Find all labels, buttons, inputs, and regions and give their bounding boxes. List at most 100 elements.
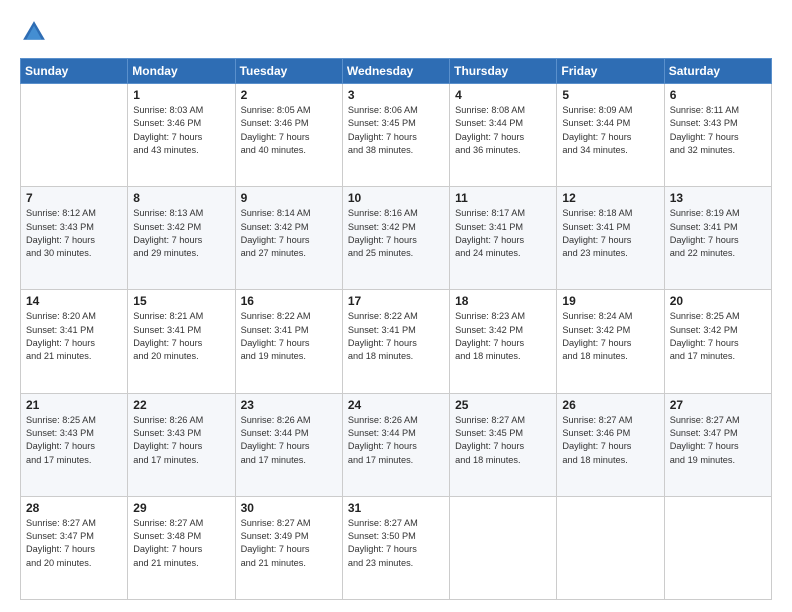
day-info: Sunrise: 8:27 AM Sunset: 3:47 PM Dayligh…	[26, 517, 122, 570]
day-number: 12	[562, 191, 658, 205]
day-info: Sunrise: 8:27 AM Sunset: 3:49 PM Dayligh…	[241, 517, 337, 570]
day-info: Sunrise: 8:27 AM Sunset: 3:45 PM Dayligh…	[455, 414, 551, 467]
calendar-cell: 5 Sunrise: 8:09 AM Sunset: 3:44 PM Daylig…	[557, 84, 664, 187]
day-of-week-thursday: Thursday	[450, 59, 557, 84]
days-of-week-row: SundayMondayTuesdayWednesdayThursdayFrid…	[21, 59, 772, 84]
calendar-cell: 29Sunrise: 8:27 AM Sunset: 3:48 PM Dayli…	[128, 496, 235, 599]
calendar-week-3: 14 Sunrise: 8:20 AM Sunset: 3:41 PM Dayli…	[21, 290, 772, 393]
calendar-cell: 10 Sunrise: 8:16 AM Sunset: 3:42 PM Dayli…	[342, 187, 449, 290]
day-of-week-tuesday: Tuesday	[235, 59, 342, 84]
day-number: 11	[455, 191, 551, 205]
day-of-week-monday: Monday	[128, 59, 235, 84]
calendar-cell: 8 Sunrise: 8:13 AM Sunset: 3:42 PM Daylig…	[128, 187, 235, 290]
calendar-cell: 21 Sunrise: 8:25 AM Sunset: 3:43 PM Dayli…	[21, 393, 128, 496]
day-info: Sunrise: 8:22 AM Sunset: 3:41 PM Dayligh…	[348, 310, 444, 363]
day-number: 5	[562, 88, 658, 102]
calendar-cell: 18Sunrise: 8:23 AM Sunset: 3:42 PM Dayli…	[450, 290, 557, 393]
day-info: Sunrise: 8:27 AM Sunset: 3:46 PM Dayligh…	[562, 414, 658, 467]
day-info: Sunrise: 8:14 AM Sunset: 3:42 PM Dayligh…	[241, 207, 337, 260]
calendar-cell: 24Sunrise: 8:26 AM Sunset: 3:44 PM Dayli…	[342, 393, 449, 496]
calendar-week-1: 1Sunrise: 8:03 AM Sunset: 3:46 PM Daylig…	[21, 84, 772, 187]
day-of-week-wednesday: Wednesday	[342, 59, 449, 84]
day-number: 4	[455, 88, 551, 102]
calendar-cell: 17 Sunrise: 8:22 AM Sunset: 3:41 PM Dayli…	[342, 290, 449, 393]
calendar-cell: 25Sunrise: 8:27 AM Sunset: 3:45 PM Dayli…	[450, 393, 557, 496]
day-info: Sunrise: 8:27 AM Sunset: 3:50 PM Dayligh…	[348, 517, 444, 570]
day-of-week-saturday: Saturday	[664, 59, 771, 84]
calendar-week-2: 7 Sunrise: 8:12 AM Sunset: 3:43 PM Daylig…	[21, 187, 772, 290]
day-number: 20	[670, 294, 766, 308]
day-info: Sunrise: 8:18 AM Sunset: 3:41 PM Dayligh…	[562, 207, 658, 260]
calendar-body: 1Sunrise: 8:03 AM Sunset: 3:46 PM Daylig…	[21, 84, 772, 600]
calendar-cell: 2 Sunrise: 8:05 AM Sunset: 3:46 PM Daylig…	[235, 84, 342, 187]
day-number: 14	[26, 294, 122, 308]
day-info: Sunrise: 8:24 AM Sunset: 3:42 PM Dayligh…	[562, 310, 658, 363]
calendar-cell: 30Sunrise: 8:27 AM Sunset: 3:49 PM Dayli…	[235, 496, 342, 599]
calendar-cell: 9Sunrise: 8:14 AM Sunset: 3:42 PM Daylig…	[235, 187, 342, 290]
calendar-cell: 1Sunrise: 8:03 AM Sunset: 3:46 PM Daylig…	[128, 84, 235, 187]
day-number: 6	[670, 88, 766, 102]
day-info: Sunrise: 8:26 AM Sunset: 3:43 PM Dayligh…	[133, 414, 229, 467]
day-info: Sunrise: 8:03 AM Sunset: 3:46 PM Dayligh…	[133, 104, 229, 157]
calendar-cell: 15 Sunrise: 8:21 AM Sunset: 3:41 PM Dayli…	[128, 290, 235, 393]
calendar-cell: 28 Sunrise: 8:27 AM Sunset: 3:47 PM Dayli…	[21, 496, 128, 599]
logo-icon	[20, 18, 48, 46]
day-info: Sunrise: 8:26 AM Sunset: 3:44 PM Dayligh…	[348, 414, 444, 467]
day-number: 7	[26, 191, 122, 205]
calendar-cell: 27 Sunrise: 8:27 AM Sunset: 3:47 PM Dayli…	[664, 393, 771, 496]
day-number: 13	[670, 191, 766, 205]
day-info: Sunrise: 8:19 AM Sunset: 3:41 PM Dayligh…	[670, 207, 766, 260]
day-info: Sunrise: 8:16 AM Sunset: 3:42 PM Dayligh…	[348, 207, 444, 260]
day-number: 22	[133, 398, 229, 412]
day-number: 31	[348, 501, 444, 515]
header	[20, 18, 772, 46]
day-info: Sunrise: 8:17 AM Sunset: 3:41 PM Dayligh…	[455, 207, 551, 260]
calendar-header: SundayMondayTuesdayWednesdayThursdayFrid…	[21, 59, 772, 84]
calendar-week-5: 28 Sunrise: 8:27 AM Sunset: 3:47 PM Dayli…	[21, 496, 772, 599]
calendar-cell: 7 Sunrise: 8:12 AM Sunset: 3:43 PM Daylig…	[21, 187, 128, 290]
calendar-cell: 14 Sunrise: 8:20 AM Sunset: 3:41 PM Dayli…	[21, 290, 128, 393]
logo	[20, 18, 52, 46]
day-info: Sunrise: 8:25 AM Sunset: 3:43 PM Dayligh…	[26, 414, 122, 467]
day-info: Sunrise: 8:08 AM Sunset: 3:44 PM Dayligh…	[455, 104, 551, 157]
day-of-week-sunday: Sunday	[21, 59, 128, 84]
day-info: Sunrise: 8:25 AM Sunset: 3:42 PM Dayligh…	[670, 310, 766, 363]
day-number: 2	[241, 88, 337, 102]
day-info: Sunrise: 8:06 AM Sunset: 3:45 PM Dayligh…	[348, 104, 444, 157]
day-number: 18	[455, 294, 551, 308]
calendar-cell: 16Sunrise: 8:22 AM Sunset: 3:41 PM Dayli…	[235, 290, 342, 393]
day-info: Sunrise: 8:20 AM Sunset: 3:41 PM Dayligh…	[26, 310, 122, 363]
calendar-cell: 13 Sunrise: 8:19 AM Sunset: 3:41 PM Dayli…	[664, 187, 771, 290]
day-info: Sunrise: 8:13 AM Sunset: 3:42 PM Dayligh…	[133, 207, 229, 260]
calendar-cell: 11 Sunrise: 8:17 AM Sunset: 3:41 PM Dayli…	[450, 187, 557, 290]
day-number: 19	[562, 294, 658, 308]
page: SundayMondayTuesdayWednesdayThursdayFrid…	[0, 0, 792, 612]
calendar-cell: 20 Sunrise: 8:25 AM Sunset: 3:42 PM Dayli…	[664, 290, 771, 393]
day-number: 17	[348, 294, 444, 308]
day-number: 16	[241, 294, 337, 308]
calendar-cell	[450, 496, 557, 599]
calendar-cell: 31 Sunrise: 8:27 AM Sunset: 3:50 PM Dayli…	[342, 496, 449, 599]
day-info: Sunrise: 8:09 AM Sunset: 3:44 PM Dayligh…	[562, 104, 658, 157]
day-of-week-friday: Friday	[557, 59, 664, 84]
day-number: 15	[133, 294, 229, 308]
day-number: 23	[241, 398, 337, 412]
calendar-cell: 12 Sunrise: 8:18 AM Sunset: 3:41 PM Dayli…	[557, 187, 664, 290]
day-number: 10	[348, 191, 444, 205]
day-number: 21	[26, 398, 122, 412]
calendar-cell: 3 Sunrise: 8:06 AM Sunset: 3:45 PM Daylig…	[342, 84, 449, 187]
calendar-cell: 4 Sunrise: 8:08 AM Sunset: 3:44 PM Daylig…	[450, 84, 557, 187]
day-number: 28	[26, 501, 122, 515]
day-info: Sunrise: 8:12 AM Sunset: 3:43 PM Dayligh…	[26, 207, 122, 260]
calendar-cell: 19 Sunrise: 8:24 AM Sunset: 3:42 PM Dayli…	[557, 290, 664, 393]
day-info: Sunrise: 8:05 AM Sunset: 3:46 PM Dayligh…	[241, 104, 337, 157]
day-number: 3	[348, 88, 444, 102]
day-number: 27	[670, 398, 766, 412]
day-number: 29	[133, 501, 229, 515]
day-info: Sunrise: 8:27 AM Sunset: 3:47 PM Dayligh…	[670, 414, 766, 467]
calendar-cell: 22 Sunrise: 8:26 AM Sunset: 3:43 PM Dayli…	[128, 393, 235, 496]
day-info: Sunrise: 8:21 AM Sunset: 3:41 PM Dayligh…	[133, 310, 229, 363]
calendar-cell	[21, 84, 128, 187]
day-info: Sunrise: 8:11 AM Sunset: 3:43 PM Dayligh…	[670, 104, 766, 157]
day-number: 8	[133, 191, 229, 205]
